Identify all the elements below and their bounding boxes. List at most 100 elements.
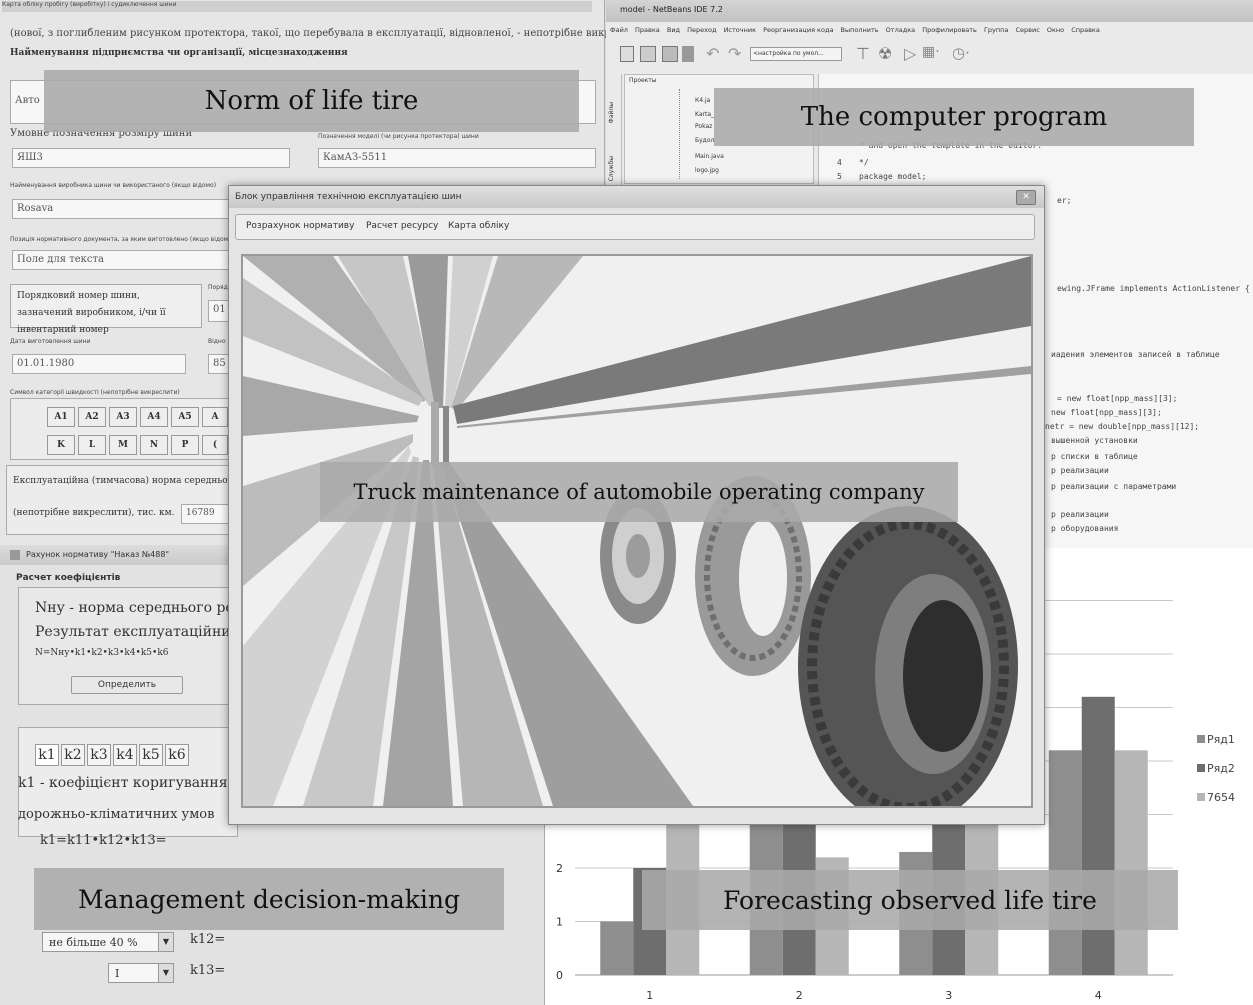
speed-button-a1[interactable]: A1 [47, 407, 75, 427]
legend-swatch [1197, 764, 1205, 772]
norm-field[interactable]: 16789 [181, 504, 231, 524]
tab-k5[interactable]: k5 [139, 744, 163, 766]
ide-menu-view[interactable]: Вид [667, 26, 680, 34]
norm-window-title: Рахунок нормативу "Наказ №488" [26, 550, 170, 559]
clean-build-icon[interactable]: ☢ [878, 44, 892, 63]
tab-k6[interactable]: k6 [165, 744, 189, 766]
ide-menu-refactor[interactable]: Реорганизация кода [763, 26, 833, 34]
tab-k4[interactable]: k4 [113, 744, 137, 766]
code-line: = new float[npp_mass][3]; [1057, 394, 1178, 403]
speed-button-a6[interactable]: A [202, 407, 228, 427]
splash-image-frame [241, 254, 1033, 808]
tree-item-pokaz[interactable]: Pokaz [695, 123, 712, 130]
date-field[interactable]: 01.01.1980 [12, 354, 186, 374]
speed-button-a2[interactable]: A2 [78, 407, 106, 427]
overlay-management-decision: Management decision-making [34, 868, 504, 930]
overlay-norm-life-tire: Norm of life tire [44, 70, 579, 132]
y-tick-label: 0 [556, 969, 563, 982]
calc-line-2: Результат експлуатаційних [35, 624, 239, 640]
speed-button-q[interactable]: ( [202, 435, 228, 455]
speed-button-m[interactable]: M [109, 435, 137, 455]
code-line: р реализации [1051, 510, 1109, 519]
norm-text-2: (непотрібне викреслити), тис. км. [13, 508, 175, 518]
model-field[interactable]: КамАЗ-5511 [318, 148, 596, 168]
determine-button[interactable]: Определить [71, 676, 183, 694]
k1-description-2: дорожньо-кліматичних умов [18, 807, 215, 822]
ide-menu-window[interactable]: Окно [1047, 26, 1064, 34]
speed-button-n[interactable]: N [140, 435, 168, 455]
ide-menu-edit[interactable]: Правка [635, 26, 660, 34]
projects-tab[interactable]: Проекты [629, 77, 657, 84]
open-project-icon[interactable] [662, 46, 678, 62]
build-icon[interactable]: ⊤ [856, 44, 870, 63]
date-side-label: Відно [208, 338, 226, 345]
category-value: I [115, 967, 120, 980]
legend-label: 7654 [1207, 791, 1235, 804]
tab-k3[interactable]: k3 [87, 744, 111, 766]
tire-road-illustration [243, 256, 1031, 806]
category-combo[interactable]: I ▼ [108, 963, 174, 983]
maker-label: Найменування виробника шини чи використа… [10, 182, 217, 189]
card-header-text: (нової, з поглибленим рисунком протектор… [10, 28, 652, 39]
ide-menu-help[interactable]: Справка [1071, 26, 1100, 34]
doc-field[interactable]: Поле для текста [12, 250, 232, 270]
bar-Ряд1-4 [1048, 750, 1082, 975]
serial-label-text: Порядковий номер шини, зазначений виробн… [17, 291, 166, 335]
close-icon[interactable]: ✕ [1016, 190, 1036, 205]
legend-label: Ряд1 [1207, 733, 1235, 746]
maker-field[interactable]: Rosava [12, 199, 232, 219]
run-icon[interactable]: ▷ [904, 44, 916, 63]
overlay-truck-maintenance: Truck maintenance of automobile operatin… [320, 462, 958, 522]
speed-button-p[interactable]: P [171, 435, 199, 455]
ide-menu-source[interactable]: Источник [724, 26, 756, 34]
config-combo[interactable]: <настройка по умол... [750, 47, 842, 61]
k-tabs: k1 k2 k3 k4 k5 k6 [35, 744, 191, 766]
new-project-icon[interactable] [640, 46, 656, 62]
new-file-icon[interactable] [620, 46, 634, 62]
config-combo-value: <настройка по умол... [753, 50, 824, 57]
save-all-icon[interactable] [682, 46, 694, 62]
ide-menu-file[interactable]: Файл [610, 26, 628, 34]
code-line-number: 5 [837, 172, 842, 181]
profile-icon[interactable]: ◷· [952, 44, 970, 62]
road-conditions-combo[interactable]: не більше 40 % ▼ [42, 932, 174, 952]
legend-swatch [1197, 793, 1205, 801]
speed-button-a5[interactable]: A5 [171, 407, 199, 427]
k1-formula: k1=k11•k12•k13= [40, 833, 167, 848]
speed-button-a4[interactable]: A4 [140, 407, 168, 427]
main-window-title: Блок управління технічною експлуатацією … [235, 192, 462, 202]
doc-label: Позиція нормативного документа, за яким … [10, 236, 230, 243]
menu-resource-calc[interactable]: Расчет ресурсу [366, 221, 438, 231]
ide-title-bar: model - NetBeans IDE 7.2 [606, 0, 1253, 22]
undo-icon[interactable]: ↶ [706, 44, 719, 63]
tree-item-k4[interactable]: К4.ja [695, 97, 710, 104]
overlay-computer-program: The computer program [714, 88, 1194, 146]
tree-item-karta[interactable]: Karta_ [695, 111, 714, 118]
ide-menu-profile[interactable]: Профилировать [922, 26, 977, 34]
ide-menu-debug[interactable]: Отладка [886, 26, 915, 34]
speed-button-l[interactable]: L [78, 435, 106, 455]
ide-menu-bar: Файл Правка Вид Переход Источник Реорган… [610, 26, 1250, 40]
tree-item-logo[interactable]: logo.jpg [695, 167, 719, 174]
debug-icon[interactable]: ▦· [922, 44, 940, 60]
side-tab-services[interactable]: Службы [608, 156, 615, 181]
side-tab-files[interactable]: Файлы [608, 102, 615, 123]
tab-k1[interactable]: k1 [35, 744, 59, 766]
menu-norm-calc[interactable]: Розрахунок нормативу [246, 221, 354, 231]
calc-section-label: Расчет коефіцієнтів [16, 573, 121, 583]
size-field[interactable]: ЯШ3 [12, 148, 290, 168]
tree-item-main[interactable]: Main.java [695, 153, 724, 160]
ide-menu-run[interactable]: Выполнить [841, 26, 879, 34]
ide-menu-navigate[interactable]: Переход [687, 26, 716, 34]
speed-button-a3[interactable]: A3 [109, 407, 137, 427]
menu-record-card[interactable]: Карта обліку [448, 221, 509, 231]
code-line: netr = new double[npp_mass][12]; [1045, 422, 1200, 431]
tab-k2[interactable]: k2 [61, 744, 85, 766]
speed-button-k[interactable]: K [47, 435, 75, 455]
redo-icon[interactable]: ↷ [728, 44, 741, 63]
ide-menu-tools[interactable]: Сервис [1015, 26, 1039, 34]
org-label: Найменування підприємства чи організації… [10, 48, 348, 58]
calc-line-1: Nну - норма середнього рес [35, 600, 242, 616]
tree-item-budol[interactable]: Будол [695, 137, 714, 144]
ide-menu-team[interactable]: Группа [984, 26, 1008, 34]
